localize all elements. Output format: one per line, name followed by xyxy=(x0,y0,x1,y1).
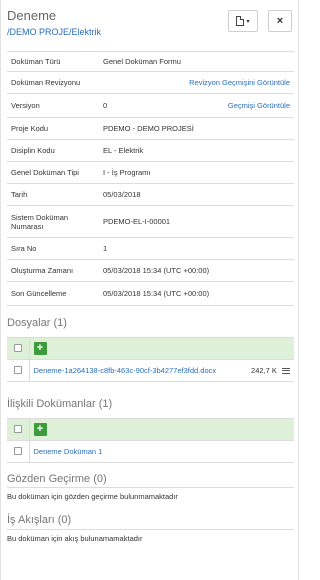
document-properties-table: Doküman Türü Genel Doküman Formu Doküman… xyxy=(7,51,294,306)
files-table-header: + xyxy=(7,337,294,360)
property-row: Sıra No 1 xyxy=(7,237,294,260)
property-key: Genel Doküman Tipi xyxy=(7,161,99,184)
property-row: Proje Kodu PDEMO - DEMO PROJESİ xyxy=(7,117,294,140)
file-link[interactable]: Deneme-1a264138-c8fb-463c-90cf-3b4277ef3… xyxy=(34,366,217,375)
document-detail-panel: Deneme /DEMO PROJE/Elektrik ▾ × Doküman … xyxy=(0,0,299,580)
property-key: Proje Kodu xyxy=(7,117,99,140)
property-row: Doküman Türü Genel Doküman Formu xyxy=(7,51,294,72)
related-document-checkbox[interactable] xyxy=(13,446,22,455)
property-key: Sistem Doküman Numarası xyxy=(7,205,99,238)
property-key: Doküman Revizyonu xyxy=(7,71,99,94)
related-document-row: Deneme Doküman 1 xyxy=(7,440,294,463)
add-file-button[interactable]: + xyxy=(33,342,47,355)
property-row: Doküman Revizyonu Revizyon Geçmişini Gör… xyxy=(7,71,294,94)
property-row: Tarih 05/03/2018 xyxy=(7,183,294,206)
review-empty-note: Bu doküman için gözden geçirme bulunmama… xyxy=(7,492,178,501)
property-row: Oluşturma Zamanı 05/03/2018 15:34 (UTC +… xyxy=(7,259,294,282)
related-documents-header: + xyxy=(7,418,294,441)
property-value: 05/03/2018 15:34 (UTC +00:00) xyxy=(99,259,294,282)
property-row: Sistem Doküman Numarası PDEMO-EL-I-00001 xyxy=(7,205,294,238)
property-key: Disiplin Kodu xyxy=(7,139,99,162)
document-actions-dropdown-button[interactable]: ▾ xyxy=(228,10,258,32)
file-row: Deneme-1a264138-c8fb-463c-90cf-3b4277ef3… xyxy=(7,359,294,382)
property-key: Tarih xyxy=(7,183,99,206)
workflows-divider xyxy=(7,529,294,530)
property-value: PDEMO - DEMO PROJESİ xyxy=(99,117,294,140)
document-header: Deneme /DEMO PROJE/Elektrik ▾ × xyxy=(7,8,292,48)
related-documents-section: İlişkili Dokümanlar (1) xyxy=(7,398,292,410)
file-checkbox[interactable] xyxy=(13,365,22,374)
files-section: Dosyalar (1) xyxy=(7,317,292,329)
property-value: PDEMO-EL-I-00001 xyxy=(99,205,294,238)
property-key: Son Güncelleme xyxy=(7,281,99,306)
property-value: 05/03/2018 15:34 (UTC +00:00) xyxy=(99,281,294,306)
select-all-related-checkbox[interactable] xyxy=(13,424,22,433)
property-value: EL - Elektrik xyxy=(99,139,294,162)
workflows-section: İş Akışları (0) xyxy=(7,514,292,526)
close-button[interactable]: × xyxy=(268,10,292,32)
related-document-link[interactable]: Deneme Doküman 1 xyxy=(34,447,103,456)
workflows-title: İş Akışları (0) xyxy=(7,514,72,526)
property-key: Doküman Türü xyxy=(7,51,99,72)
review-divider xyxy=(7,487,294,488)
review-title: Gözden Geçirme (0) xyxy=(7,473,107,485)
property-value: I - İş Programı xyxy=(99,161,294,184)
property-row: Genel Doküman Tipi I - İş Programı xyxy=(7,161,294,184)
property-row: Son Güncelleme 05/03/2018 15:34 (UTC +00… xyxy=(7,281,294,306)
version-history-link[interactable]: Geçmişi Görüntüle xyxy=(228,101,290,110)
file-size: 242,7 K xyxy=(251,365,277,375)
related-documents-table: + Deneme Doküman 1 xyxy=(7,418,294,463)
property-value: 05/03/2018 xyxy=(99,183,294,206)
select-all-files-checkbox[interactable] xyxy=(13,343,22,352)
property-row: Versiyon 0 Geçmişi Görüntüle xyxy=(7,93,294,118)
workflows-empty-note: Bu doküman için akış bulunamamaktadır xyxy=(7,534,143,543)
files-table: + Deneme-1a264138-c8fb-463c-90cf-3b4277e… xyxy=(7,337,294,382)
add-related-document-button[interactable]: + xyxy=(33,423,47,436)
property-value: Genel Doküman Formu xyxy=(99,51,294,72)
property-value: 1 xyxy=(99,237,294,260)
property-key: Sıra No xyxy=(7,237,99,260)
related-documents-title: İlişkili Dokümanlar (1) xyxy=(7,398,113,410)
file-icon xyxy=(236,16,245,26)
property-key: Oluşturma Zamanı xyxy=(7,259,99,282)
files-section-title: Dosyalar (1) xyxy=(7,317,67,329)
review-section: Gözden Geçirme (0) xyxy=(7,473,292,485)
property-key: Versiyon xyxy=(7,93,99,118)
file-menu-icon[interactable] xyxy=(282,366,290,375)
property-row: Disiplin Kodu EL - Elektrik xyxy=(7,139,294,162)
revision-history-link[interactable]: Revizyon Geçmişini Görüntüle xyxy=(189,78,290,87)
caret-down-icon: ▾ xyxy=(246,18,250,25)
property-value: 0 xyxy=(103,101,108,110)
